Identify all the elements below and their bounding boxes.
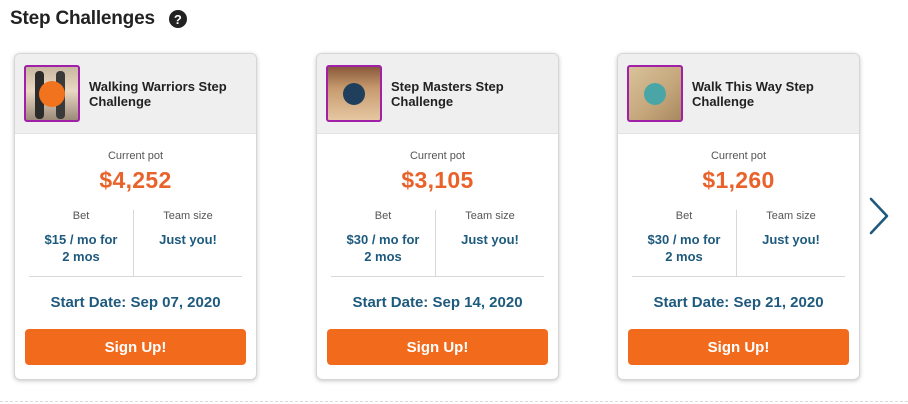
team-size-value: Just you!: [762, 232, 820, 247]
start-date: Start Date: Sep 07, 2020: [50, 294, 221, 311]
challenge-title[interactable]: Step Masters Step Challenge: [391, 79, 536, 109]
challenge-thumbnail[interactable]: [627, 65, 683, 122]
challenge-thumbnail[interactable]: [326, 65, 382, 122]
current-pot-value: $3,105: [401, 167, 474, 193]
current-pot-label: Current pot: [107, 150, 164, 162]
card-header: Walk This Way Step Challenge: [618, 54, 859, 134]
chevron-right-icon[interactable]: [866, 195, 892, 237]
bet-label: Bet: [374, 210, 392, 222]
challenge-card: Walking Warriors Step Challenge Current …: [14, 53, 257, 380]
challenge-card: Step Masters Step Challenge Current pot …: [316, 53, 559, 380]
team-size-label: Team size: [766, 210, 816, 222]
sign-up-button[interactable]: Sign Up!: [25, 329, 246, 365]
sign-up-button[interactable]: Sign Up!: [628, 329, 849, 365]
section-divider: [0, 401, 908, 402]
current-pot-label: Current pot: [710, 150, 767, 162]
card-header: Walking Warriors Step Challenge: [15, 54, 256, 134]
challenge-thumbnail[interactable]: [24, 65, 80, 122]
bet-value: $30 / mo for 2 mos: [346, 232, 420, 264]
section-title: Step Challenges: [10, 8, 155, 29]
sign-up-button[interactable]: Sign Up!: [327, 329, 548, 365]
challenge-stats: Bet $15 / mo for 2 mos Team size Just yo…: [29, 210, 242, 277]
bet-value: $30 / mo for 2 mos: [647, 232, 721, 264]
team-size-stat: Team size Just you!: [737, 210, 845, 248]
question-circle-icon[interactable]: ?: [168, 10, 187, 28]
team-size-label: Team size: [163, 210, 213, 222]
challenge-title[interactable]: Walk This Way Step Challenge: [692, 79, 837, 109]
section-header: Step Challenges ?: [10, 8, 187, 30]
challenge-card: Walk This Way Step Challenge Current pot…: [617, 53, 860, 380]
team-size-value: Just you!: [461, 232, 519, 247]
challenge-title[interactable]: Walking Warriors Step Challenge: [89, 79, 234, 109]
start-date: Start Date: Sep 14, 2020: [352, 294, 523, 311]
challenge-stats: Bet $30 / mo for 2 mos Team size Just yo…: [331, 210, 544, 277]
current-pot-value: $1,260: [702, 167, 775, 193]
bet-label: Bet: [675, 210, 693, 222]
bet-label: Bet: [72, 210, 90, 222]
current-pot-label: Current pot: [409, 150, 466, 162]
team-size-value: Just you!: [159, 232, 217, 247]
team-size-stat: Team size Just you!: [134, 210, 242, 248]
bet-value: $15 / mo for 2 mos: [44, 232, 118, 264]
bet-stat: Bet $15 / mo for 2 mos: [29, 210, 133, 265]
current-pot-value: $4,252: [99, 167, 172, 193]
team-size-label: Team size: [465, 210, 515, 222]
card-header: Step Masters Step Challenge: [317, 54, 558, 134]
challenge-stats: Bet $30 / mo for 2 mos Team size Just yo…: [632, 210, 845, 277]
bet-stat: Bet $30 / mo for 2 mos: [331, 210, 435, 265]
team-size-stat: Team size Just you!: [436, 210, 544, 248]
bet-stat: Bet $30 / mo for 2 mos: [632, 210, 736, 265]
start-date: Start Date: Sep 21, 2020: [653, 294, 824, 311]
